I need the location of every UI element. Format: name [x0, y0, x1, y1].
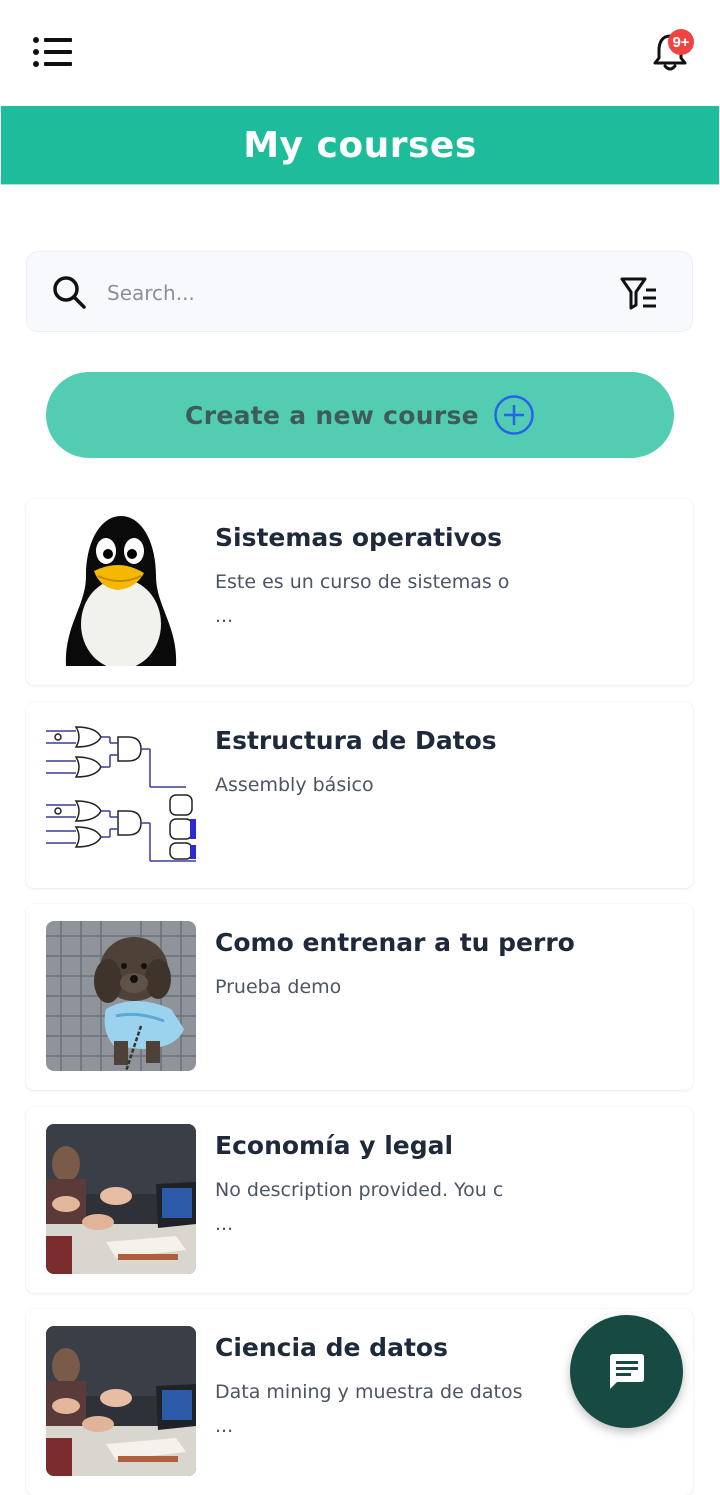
add-circle-icon	[494, 395, 534, 435]
page-title: My courses	[243, 124, 477, 166]
course-title: Estructura de Datos	[215, 726, 497, 755]
course-card[interactable]: Como entrenar a tu perro Prueba demo	[26, 904, 693, 1090]
course-description: Este es un curso de sistemas o	[215, 571, 510, 593]
search-bar	[26, 251, 693, 332]
course-card[interactable]: Estructura de Datos Assembly básico	[26, 702, 693, 888]
search-icon	[53, 276, 86, 309]
course-thumbnail	[46, 516, 196, 666]
create-course-label: Create a new course	[185, 400, 479, 430]
course-thumbnail	[46, 719, 196, 869]
page-banner: My courses	[1, 106, 719, 185]
meeting-photo-image	[46, 1124, 196, 1274]
course-description: Assembly básico	[215, 774, 374, 796]
linux-penguin-image	[46, 516, 196, 666]
menu-icon	[33, 37, 72, 67]
course-thumbnail	[46, 921, 196, 1071]
course-card[interactable]: Sistemas operativos Este es un curso de …	[26, 499, 693, 685]
chat-icon	[609, 1353, 644, 1389]
meeting-photo-image	[46, 1326, 196, 1476]
logic-gates-image	[46, 719, 196, 869]
course-description: Data mining y muestra de datos	[215, 1381, 523, 1403]
course-thumbnail	[46, 1124, 196, 1274]
course-thumbnail	[46, 1326, 196, 1476]
chat-button[interactable]	[570, 1315, 683, 1428]
dog-photo-image	[46, 921, 196, 1071]
create-course-button[interactable]: Create a new course	[46, 372, 674, 458]
course-ellipsis: ...	[215, 605, 234, 627]
course-title: Sistemas operativos	[215, 523, 502, 552]
course-title: Ciencia de datos	[215, 1333, 448, 1362]
course-title: Economía y legal	[215, 1131, 454, 1160]
top-bar: 9+	[0, 0, 720, 104]
course-ellipsis: ...	[215, 1415, 234, 1437]
course-card[interactable]: Economía y legal No description provided…	[26, 1107, 693, 1293]
search-input[interactable]	[105, 272, 589, 314]
notification-badge: 9+	[668, 29, 694, 55]
course-description: No description provided. You c	[215, 1179, 504, 1201]
course-description: Prueba demo	[215, 976, 342, 998]
menu-button[interactable]	[30, 36, 76, 70]
filter-icon[interactable]	[619, 274, 659, 312]
course-title: Como entrenar a tu perro	[215, 928, 575, 957]
course-ellipsis: ...	[215, 1213, 234, 1235]
